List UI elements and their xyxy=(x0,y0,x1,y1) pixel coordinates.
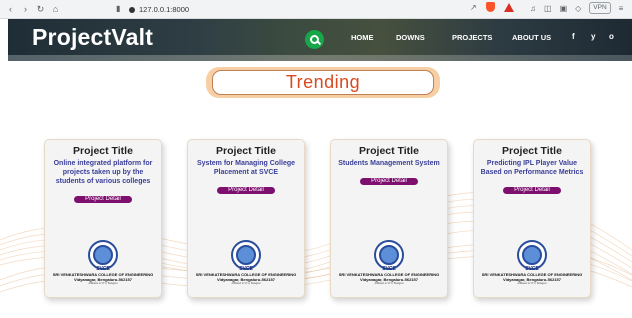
project-card-title: Project Title xyxy=(359,145,419,157)
facebook-icon[interactable]: f xyxy=(572,32,575,41)
search-button[interactable] xyxy=(305,30,324,49)
project-name: Students Management System xyxy=(338,160,440,167)
project-detail-button[interactable]: Project Detail xyxy=(360,178,418,185)
extensions-icon[interactable]: ◇ xyxy=(575,4,581,13)
project-detail-button[interactable]: Project Detail xyxy=(217,187,275,194)
trending-title-box: Trending xyxy=(212,70,434,95)
share-icon[interactable]: ↗ xyxy=(470,3,477,12)
home-icon[interactable]: ⌂ xyxy=(51,4,60,15)
vpn-button[interactable]: VPN xyxy=(589,2,611,14)
wallet-icon[interactable]: ▣ xyxy=(560,4,568,13)
back-icon[interactable]: ‹ xyxy=(6,4,15,15)
address-bar-actions: ↗ xyxy=(470,2,514,12)
project-card: Project Title Students Management System… xyxy=(330,139,448,298)
project-detail-button[interactable]: Project Detail xyxy=(74,196,132,203)
project-card: Project Title System for Managing Colleg… xyxy=(187,139,305,298)
search-icon xyxy=(310,35,319,44)
site-logo[interactable]: ProjectValt xyxy=(32,24,153,51)
college-note: Affiliated to VTU, Belagavi xyxy=(517,282,547,285)
instagram-icon[interactable]: o xyxy=(609,32,614,41)
project-card-title: Project Title xyxy=(73,145,133,157)
nav-projects[interactable]: PROJECTS xyxy=(452,33,492,42)
project-detail-button[interactable]: Project Detail xyxy=(503,187,561,194)
project-name: Online integrated platform for projects … xyxy=(53,160,153,185)
sidebar-icon[interactable]: ◫ xyxy=(544,4,552,13)
bookmark-icon[interactable]: ▮ xyxy=(116,4,128,13)
menu-icon[interactable]: ≡ xyxy=(619,4,624,13)
browser-nav: ‹ › ↻ ⌂ xyxy=(0,4,104,15)
college-note: Affiliated to VTU, Belagavi xyxy=(88,282,118,285)
site-header: ProjectValt HOME DOWNS PROJECTS ABOUT US… xyxy=(8,19,632,61)
brave-shield-icon[interactable] xyxy=(485,2,495,12)
browser-toolbar: ‹ › ↻ ⌂ ▮ 127.0.0.1:8000 ↗ ♫ ◫ ▣ ◇ VPN ≡ xyxy=(0,0,632,19)
trending-title: Trending xyxy=(285,72,361,92)
url-text: 127.0.0.1:8000 xyxy=(139,5,190,14)
rewards-icon[interactable] xyxy=(503,2,514,12)
twitter-icon[interactable]: y xyxy=(591,32,595,41)
nav-about-us[interactable]: ABOUT US xyxy=(512,33,551,42)
site-info-icon[interactable] xyxy=(129,6,135,13)
nav-downs[interactable]: DOWNS xyxy=(396,33,425,42)
project-card: Project Title Predicting IPL Player Valu… xyxy=(473,139,591,298)
nav-home[interactable]: HOME xyxy=(351,33,374,42)
college-note: Affiliated to VTU, Belagavi xyxy=(231,282,261,285)
trending-banner: Trending xyxy=(206,67,440,98)
playlist-icon[interactable]: ♫ xyxy=(530,4,536,13)
project-card-title: Project Title xyxy=(216,145,276,157)
forward-icon[interactable]: › xyxy=(21,4,30,15)
address-bar[interactable]: 127.0.0.1:8000 xyxy=(129,3,464,16)
project-card: Project Title Online integrated platform… xyxy=(44,139,162,298)
reload-icon[interactable]: ↻ xyxy=(36,4,45,15)
extensions-bar: ♫ ◫ ▣ ◇ VPN ≡ xyxy=(530,2,623,14)
college-note: Affiliated to VTU, Belagavi xyxy=(374,282,404,285)
project-name: System for Managing College Placement at… xyxy=(196,160,296,176)
project-name: Predicting IPL Player Value Based on Per… xyxy=(480,160,584,176)
project-card-title: Project Title xyxy=(502,145,562,157)
